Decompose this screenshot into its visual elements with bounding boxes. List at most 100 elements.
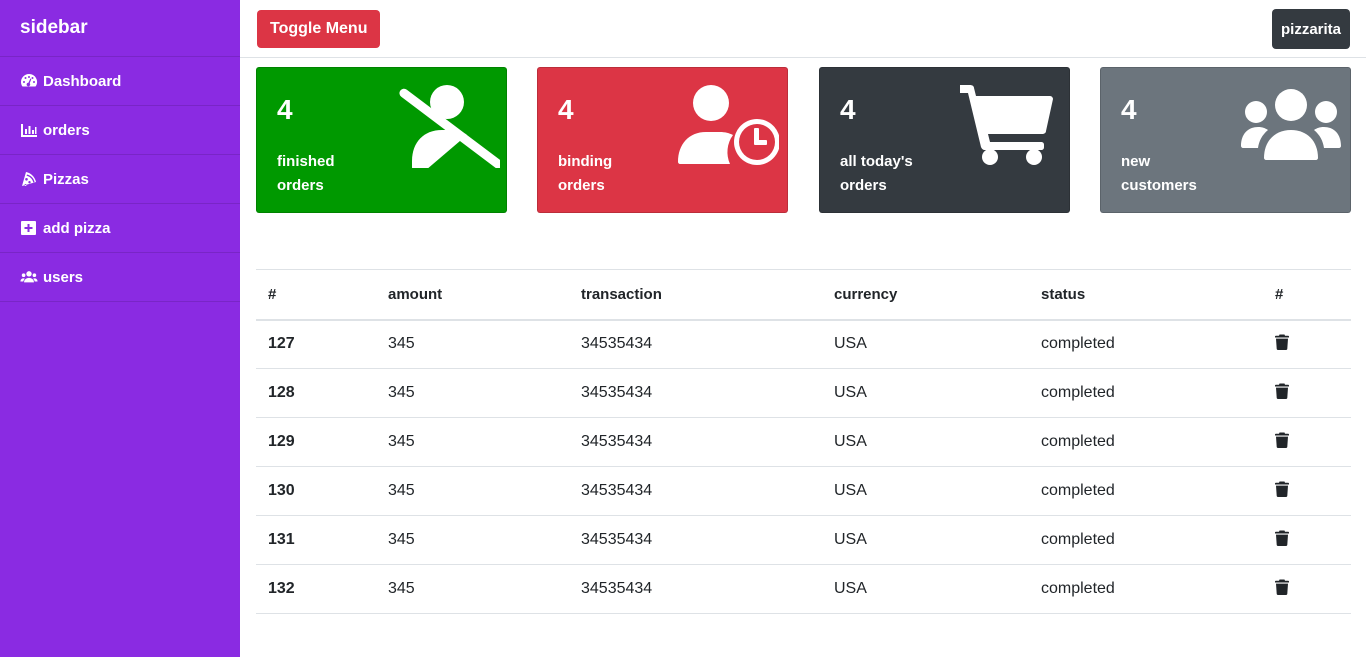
sidebar-item-add-pizza[interactable]: add pizza [0, 204, 240, 253]
sidebar-item-pizzas[interactable]: Pizzas [0, 155, 240, 204]
cell-amount: 345 [376, 466, 569, 516]
cell-transaction: 34535434 [569, 319, 822, 369]
user-slash-icon [395, 83, 504, 173]
sidebar-item-label: users [43, 268, 84, 286]
stat-cards: 4 finished orders 4 binding orders 4 all… [256, 67, 1351, 213]
orders-table: # amount transaction currency status # 1… [256, 269, 1351, 614]
cell-currency: USA [822, 564, 1029, 614]
user-clock-icon [677, 84, 780, 171]
card-label-line: all today's [840, 153, 913, 170]
card-label-line: orders [840, 177, 887, 194]
card-label: new customers [1121, 150, 1231, 198]
cell-amount: 345 [376, 515, 569, 565]
cell-amount: 345 [376, 564, 569, 614]
sidebar-title: sidebar [0, 0, 240, 57]
cell-status: completed [1029, 515, 1263, 565]
card-today-orders: 4 all today's orders [819, 67, 1070, 213]
cell-status: completed [1029, 466, 1263, 516]
card-count: 4 [840, 94, 856, 125]
table-row: 128 345 34535434 USA completed [256, 368, 1351, 418]
card-new-customers: 4 new customers [1100, 67, 1351, 213]
cell-id: 127 [256, 319, 376, 369]
card-count: 4 [277, 94, 293, 125]
toggle-menu-button[interactable]: Toggle Menu [257, 10, 381, 48]
cell-actions [1263, 319, 1351, 369]
cell-id: 128 [256, 368, 376, 418]
users-icon [20, 269, 38, 285]
cell-actions [1263, 515, 1351, 565]
sidebar-item-orders[interactable]: orders [0, 106, 240, 155]
sidebar-item-label: orders [43, 121, 90, 139]
cell-id: 131 [256, 515, 376, 565]
table-row: 132 345 34535434 USA completed [256, 564, 1351, 614]
column-header-actions: # [1263, 269, 1351, 321]
card-label-line: orders [277, 177, 324, 194]
table-header-row: # amount transaction currency status # [256, 269, 1351, 321]
sidebar-item-label: Dashboard [43, 72, 122, 90]
column-header-transaction: transaction [569, 269, 822, 321]
card-binding-orders: 4 binding orders [537, 67, 788, 213]
cell-actions [1263, 368, 1351, 418]
card-label: finished orders [277, 150, 387, 198]
cell-currency: USA [822, 417, 1029, 467]
card-count: 4 [1121, 94, 1137, 125]
cell-currency: USA [822, 515, 1029, 565]
card-label-line: orders [558, 177, 605, 194]
trash-icon[interactable] [1275, 481, 1289, 497]
cell-amount: 345 [376, 368, 569, 418]
card-label-line: customers [1121, 177, 1197, 194]
card-label: all today's orders [840, 150, 950, 198]
pizza-slice-icon [20, 171, 38, 187]
table-row: 127 345 34535434 USA completed [256, 319, 1351, 369]
column-header-id: # [256, 269, 376, 321]
cell-actions [1263, 417, 1351, 467]
card-label: binding orders [558, 150, 668, 198]
cell-amount: 345 [376, 417, 569, 467]
cell-id: 130 [256, 466, 376, 516]
topbar: Toggle Menu pizzarita [240, 0, 1366, 58]
app: sidebar Dashboard orders Pizzas add pizz… [0, 0, 1366, 657]
cell-status: completed [1029, 319, 1263, 369]
column-header-currency: currency [822, 269, 1029, 321]
table-row: 130 345 34535434 USA completed [256, 466, 1351, 516]
sidebar-item-label: add pizza [43, 219, 111, 237]
cell-transaction: 34535434 [569, 466, 822, 516]
cell-amount: 345 [376, 319, 569, 369]
sidebar-item-users[interactable]: users [0, 253, 240, 302]
cell-currency: USA [822, 368, 1029, 418]
card-finished-orders: 4 finished orders [256, 67, 507, 213]
table-row: 131 345 34535434 USA completed [256, 515, 1351, 565]
cell-actions [1263, 466, 1351, 516]
cell-transaction: 34535434 [569, 515, 822, 565]
sidebar-item-label: Pizzas [43, 170, 89, 188]
trash-icon[interactable] [1275, 432, 1289, 448]
sidebar-item-dashboard[interactable]: Dashboard [0, 57, 240, 106]
cell-id: 132 [256, 564, 376, 614]
cell-id: 129 [256, 417, 376, 467]
trash-icon[interactable] [1275, 334, 1289, 350]
card-label-line: finished [277, 153, 335, 170]
cell-transaction: 34535434 [569, 417, 822, 467]
cell-transaction: 34535434 [569, 564, 822, 614]
table-row: 129 345 34535434 USA completed [256, 417, 1351, 467]
tachometer-icon [20, 73, 38, 89]
main-content: Toggle Menu pizzarita 4 finished orders [240, 0, 1366, 657]
trash-icon[interactable] [1275, 579, 1289, 595]
users-icon [1240, 88, 1342, 167]
cell-status: completed [1029, 564, 1263, 614]
plus-square-icon [20, 220, 38, 236]
cell-status: completed [1029, 368, 1263, 418]
sidebar: sidebar Dashboard orders Pizzas add pizz… [0, 0, 240, 657]
cell-actions [1263, 564, 1351, 614]
card-label-line: new [1121, 153, 1151, 170]
cell-currency: USA [822, 319, 1029, 369]
column-header-status: status [1029, 269, 1263, 321]
column-header-amount: amount [376, 269, 569, 321]
card-count: 4 [558, 94, 574, 125]
trash-icon[interactable] [1275, 530, 1289, 546]
cell-currency: USA [822, 466, 1029, 516]
cell-transaction: 34535434 [569, 368, 822, 418]
card-label-line: binding [558, 153, 613, 170]
trash-icon[interactable] [1275, 383, 1289, 399]
user-menu-button[interactable]: pizzarita [1271, 9, 1350, 49]
